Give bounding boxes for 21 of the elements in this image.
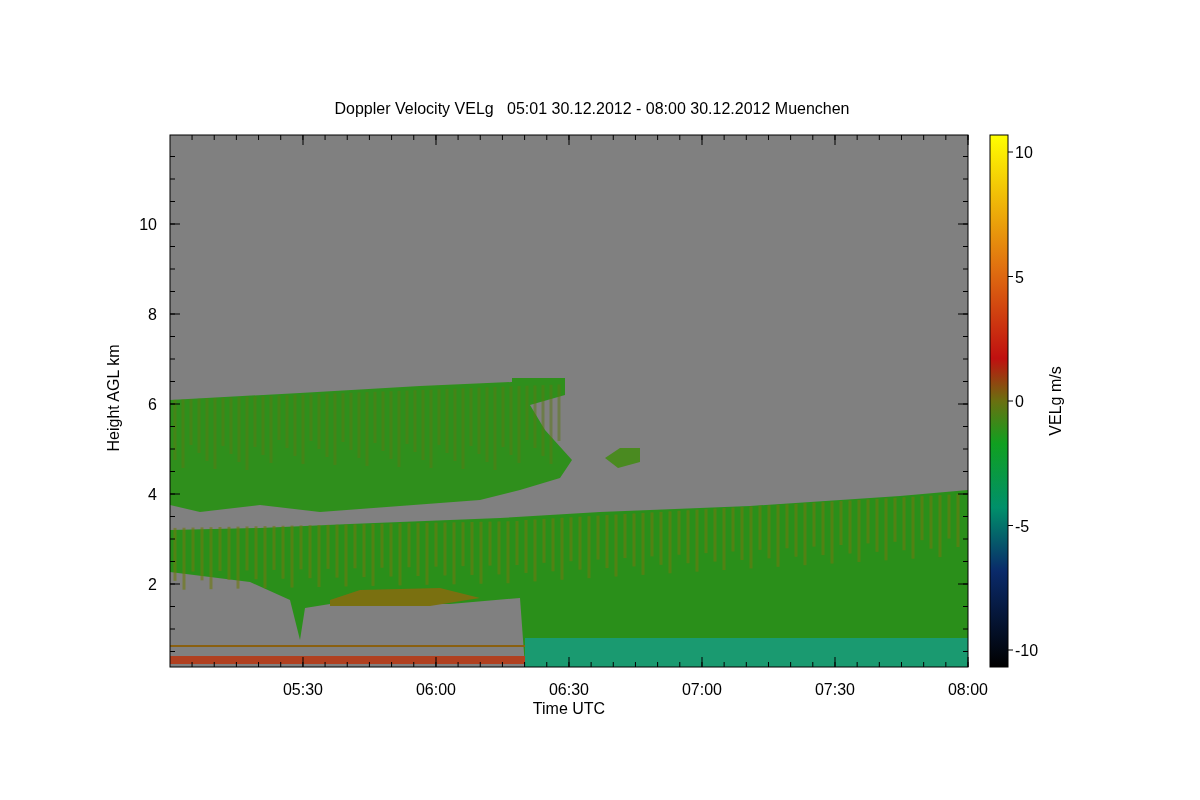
echo-region [605,448,640,468]
tick-label: 2 [148,576,157,593]
tick-label: 5 [1015,268,1024,286]
tick-label: 06:00 [416,681,456,698]
tick-label: 05:30 [283,681,323,698]
tick-label: 10 [1015,144,1033,161]
tick-label: 8 [148,306,157,323]
tick-label: -5 [1015,517,1030,535]
tick-label: 06:30 [549,681,589,698]
plot-title: Doppler Velocity VELg 05:01 30.12.2012 - 08:00 30.12.2012 Muenchen [334,100,850,117]
axis-label: VELg m/s [1047,366,1064,436]
axis-label: Height AGL km [105,344,122,452]
tick-label: 07:30 [815,681,855,698]
tick-label: 4 [148,486,157,503]
tick-label: -10 [1015,642,1039,659]
axis-label: Time UTC [532,700,606,717]
tick-label: 07:00 [682,681,722,698]
tick-label: 6 [148,396,157,413]
tick-label: 10 [139,216,157,233]
tick-label: 08:00 [948,681,988,698]
tick-label: 0 [1015,393,1024,410]
